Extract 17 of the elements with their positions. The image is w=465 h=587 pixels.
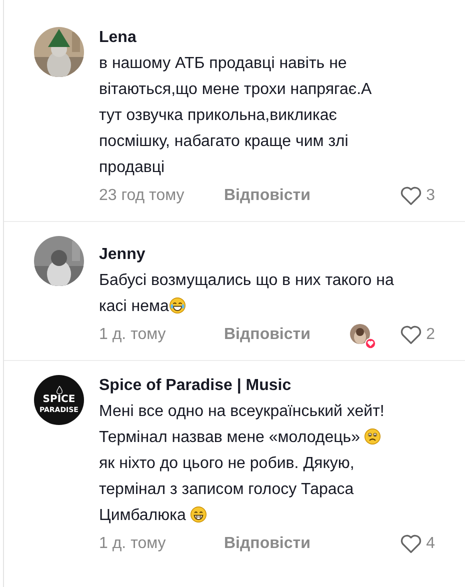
comment-text: Бабусі возмущались що в них такого на касі нема [99, 271, 395, 317]
sad-face-icon [364, 428, 382, 445]
laughing-emoji-icon [168, 297, 186, 314]
timestamp: 1 д. тому [99, 326, 167, 344]
reply-link[interactable]: Відповісти [224, 535, 310, 553]
username[interactable]: Spice of Paradise | Music [99, 375, 435, 397]
comment-text: в нашому АТБ продавці навіть не вітаються,що мене трохи напрягає.А тут озвучка прикольна,викликає посмішку, набагато краще чим злі продавці [99, 54, 373, 178]
comment-text: Мені все одно на всеукраїнський хейт! Термінал назвав мене «молодець» як ніхто до цього не робив. Дякую, термінал з записом голосу Тараса Цимбалюка [99, 402, 386, 526]
grinning-face-icon [190, 506, 208, 523]
reply-link[interactable]: Відповісти [224, 187, 310, 205]
timestamp: 1 д. тому [99, 535, 167, 553]
timestamp: 23 год тому [99, 187, 186, 205]
reply-link[interactable]: Відповісти [224, 326, 310, 344]
flame-icon [56, 386, 62, 395]
username[interactable]: Lena [99, 27, 435, 49]
logo-text: SPICE [42, 395, 76, 405]
username[interactable]: Jenny [99, 244, 435, 266]
